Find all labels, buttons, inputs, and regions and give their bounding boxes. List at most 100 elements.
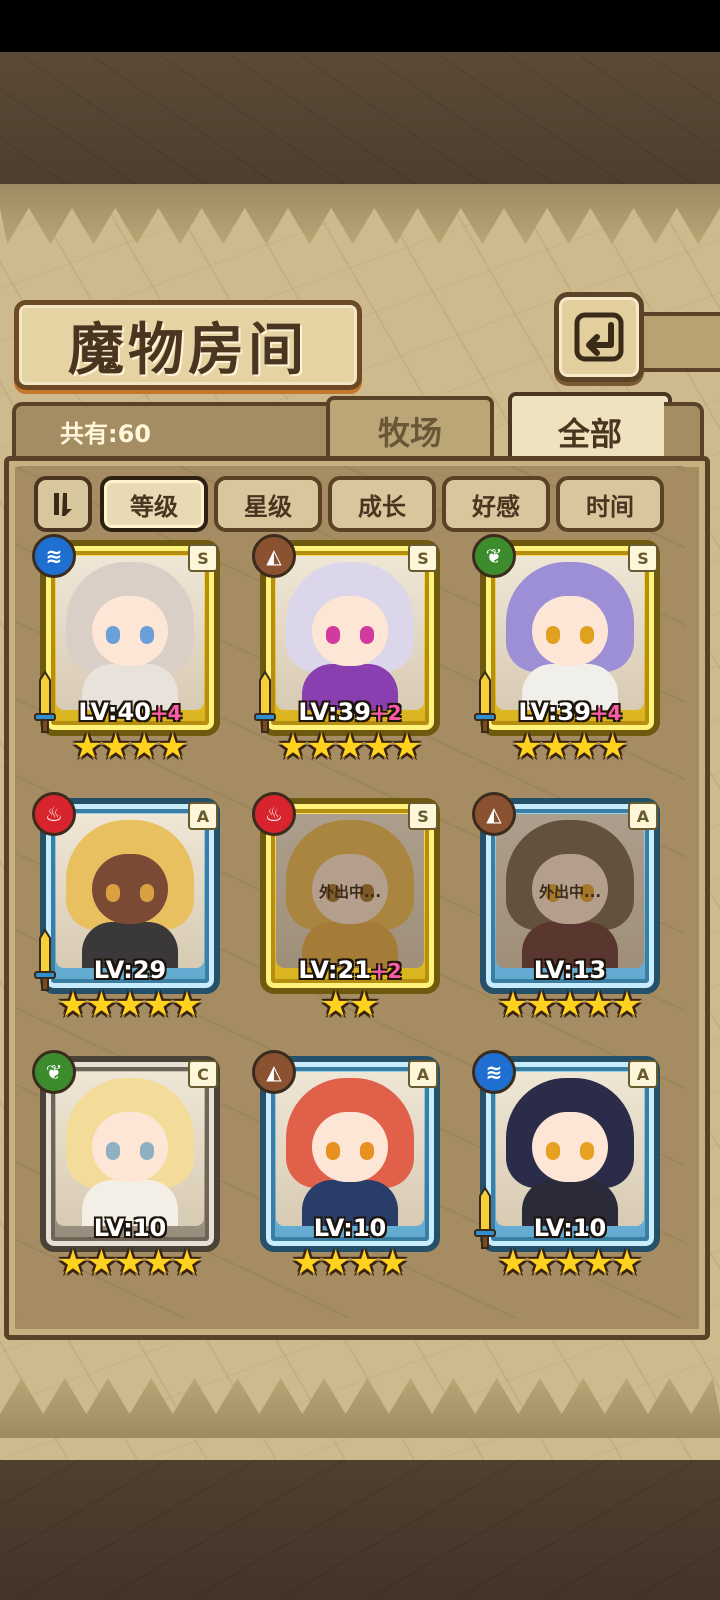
star-icon: ★ xyxy=(306,727,337,767)
star-icon: ★ xyxy=(86,1243,117,1283)
star-icon: ★ xyxy=(569,727,600,767)
star-icon: ★ xyxy=(526,1243,557,1283)
star-icon: ★ xyxy=(497,1243,529,1283)
monster-card[interactable]: ≋ A LV:10 ★ ★ ★ ★ ★ xyxy=(472,1050,668,1280)
monster-portrait xyxy=(276,1072,424,1226)
star-icon: ★ xyxy=(334,727,366,767)
tab-ranch[interactable]: 牧场 xyxy=(326,396,494,462)
rank-badge: S xyxy=(408,544,438,572)
level-text: LV:29 xyxy=(93,956,167,984)
level-text: LV:40 xyxy=(78,698,151,726)
star-icon: ★ xyxy=(363,727,394,767)
monster-card[interactable]: ♨ A LV:29 ★ ★ ★ ★ ★ xyxy=(32,792,228,1022)
water-element-icon: ≋ xyxy=(472,1050,516,1094)
level-text: LV:39 xyxy=(298,698,371,726)
monster-card[interactable]: 外出中... ◭ A LV:13 ★ ★ ★ ★ ★ xyxy=(472,792,668,1022)
monster-portrait: 外出中... xyxy=(276,814,424,968)
star-icon: ★ xyxy=(171,1243,203,1283)
rank-badge: A xyxy=(628,802,658,830)
away-status: 外出中... xyxy=(496,814,644,968)
star-icon: ★ xyxy=(349,1243,380,1283)
level-text: LV:13 xyxy=(533,956,607,984)
star-rating: ★ ★ ★ ★ ★ xyxy=(472,1246,668,1280)
monster-card[interactable]: ◭ S LV:39+2 ★ ★ ★ ★ ★ xyxy=(252,534,448,764)
monster-card[interactable]: 外出中... ♨ S LV:21+2 ★ ★ xyxy=(252,792,448,1022)
level-bonus: +4 xyxy=(150,701,182,725)
filter-affection[interactable]: 好感 xyxy=(442,476,550,532)
monster-level: LV:40+4 xyxy=(32,698,228,726)
rank-badge: A xyxy=(188,802,218,830)
title-banner: 魔物房间 xyxy=(14,300,362,390)
monster-card[interactable]: ◭ A LV:10 ★ ★ ★ ★ xyxy=(252,1050,448,1280)
star-icon: ★ xyxy=(129,727,160,767)
star-rating: ★ ★ ★ ★ xyxy=(32,730,228,764)
earth-element-icon: ◭ xyxy=(252,1050,296,1094)
back-button[interactable] xyxy=(554,292,644,382)
star-rating: ★ ★ ★ ★ ★ xyxy=(32,1246,228,1280)
level-text: LV:39 xyxy=(518,698,591,726)
monster-portrait: 外出中... xyxy=(496,814,644,968)
monster-portrait xyxy=(56,556,204,710)
map-background-top xyxy=(0,52,720,188)
star-rating: ★ ★ xyxy=(252,988,448,1022)
star-icon: ★ xyxy=(377,1243,408,1283)
sort-order-toggle[interactable] xyxy=(34,476,92,532)
monster-portrait xyxy=(56,814,204,968)
star-icon: ★ xyxy=(597,727,628,767)
fire-element-icon: ♨ xyxy=(32,792,76,836)
monster-level: LV:39+2 xyxy=(252,698,448,726)
filter-stars[interactable]: 星级 xyxy=(214,476,322,532)
star-icon: ★ xyxy=(349,985,380,1025)
star-icon: ★ xyxy=(497,985,529,1025)
star-icon: ★ xyxy=(526,985,557,1025)
star-rating: ★ ★ ★ ★ xyxy=(252,1246,448,1280)
star-icon: ★ xyxy=(391,727,423,767)
rank-badge: A xyxy=(408,1060,438,1088)
earth-element-icon: ◭ xyxy=(472,792,516,836)
star-icon: ★ xyxy=(320,1243,351,1283)
filter-level[interactable]: 等级 xyxy=(100,476,208,532)
monster-card[interactable]: ≋ S LV:40+4 ★ ★ ★ ★ xyxy=(32,534,228,764)
status-bar xyxy=(0,0,720,52)
monster-card[interactable]: ❦ S LV:39+4 ★ ★ ★ ★ xyxy=(472,534,668,764)
rank-badge: S xyxy=(188,544,218,572)
rank-badge: C xyxy=(188,1060,218,1088)
star-icon: ★ xyxy=(157,727,188,767)
star-icon: ★ xyxy=(320,985,351,1025)
filter-time[interactable]: 时间 xyxy=(556,476,664,532)
level-text: LV:10 xyxy=(313,1214,387,1242)
fire-element-icon: ♨ xyxy=(252,792,296,836)
level-text: LV:21 xyxy=(298,956,371,984)
water-element-icon: ≋ xyxy=(32,534,76,578)
monster-level: LV:10 xyxy=(472,1214,668,1242)
level-text: LV:10 xyxy=(533,1214,607,1242)
star-icon: ★ xyxy=(277,727,309,767)
back-button-tab xyxy=(634,312,720,372)
earth-element-icon: ◭ xyxy=(252,534,296,578)
monster-level: LV:21+2 xyxy=(252,956,448,984)
map-background-bottom xyxy=(0,1460,720,1600)
level-text: LV:10 xyxy=(93,1214,167,1242)
star-icon: ★ xyxy=(611,1243,643,1283)
monster-level: LV:10 xyxy=(252,1214,448,1242)
monster-level: LV:29 xyxy=(32,956,228,984)
star-icon: ★ xyxy=(57,1243,89,1283)
star-icon: ★ xyxy=(583,1243,614,1283)
star-icon: ★ xyxy=(143,1243,174,1283)
monster-card[interactable]: ❦ C LV:10 ★ ★ ★ ★ ★ xyxy=(32,1050,228,1280)
star-icon: ★ xyxy=(171,985,203,1025)
star-icon: ★ xyxy=(72,727,103,767)
monster-portrait xyxy=(496,1072,644,1226)
star-icon: ★ xyxy=(114,985,146,1025)
star-icon: ★ xyxy=(100,727,131,767)
monster-level: LV:39+4 xyxy=(472,698,668,726)
monster-level: LV:13 xyxy=(472,956,668,984)
level-bonus: +2 xyxy=(370,701,402,725)
sort-order-icon xyxy=(54,493,72,516)
back-arrow-icon xyxy=(574,312,624,362)
star-icon: ★ xyxy=(554,985,586,1025)
star-icon: ★ xyxy=(583,985,614,1025)
filter-growth[interactable]: 成长 xyxy=(328,476,436,532)
monster-portrait xyxy=(276,556,424,710)
grass-element-icon: ❦ xyxy=(472,534,516,578)
